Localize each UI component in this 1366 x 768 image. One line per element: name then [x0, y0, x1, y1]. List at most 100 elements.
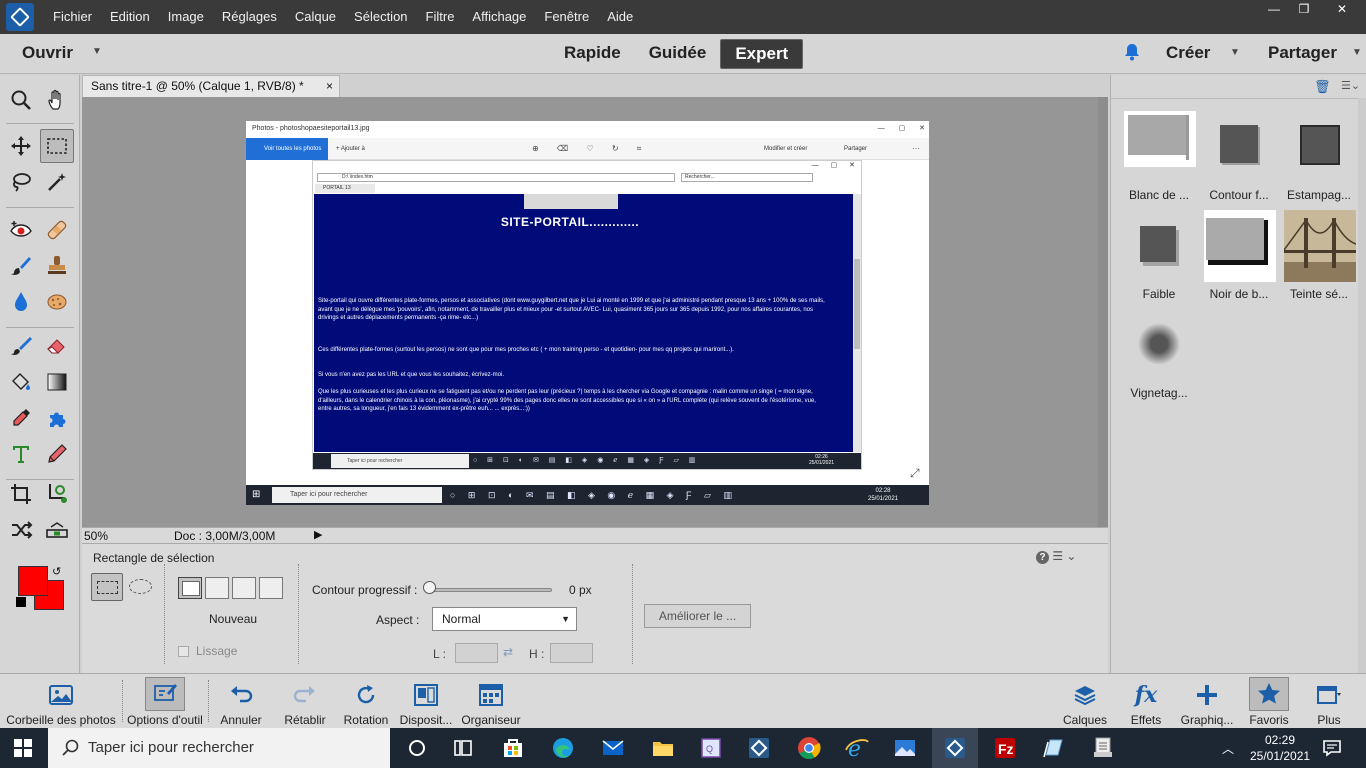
create-dropdown-icon[interactable]: ▼ — [1230, 47, 1240, 58]
foreground-color-swatch[interactable] — [18, 566, 48, 596]
document-image[interactable]: Photos - photoshopaesiteportail13.jpg — … — [246, 121, 929, 505]
zoom-tool[interactable] — [4, 83, 38, 117]
help-icon[interactable]: ? ☰ ⌄ — [1036, 549, 1076, 564]
menu-filtre[interactable]: Filtre — [417, 0, 464, 34]
paint-bucket-tool[interactable] — [4, 365, 38, 399]
intersect-selection-button[interactable] — [259, 577, 283, 599]
rotate-button[interactable]: Rotation — [338, 674, 394, 729]
photos-app-button[interactable] — [882, 728, 928, 768]
width-input[interactable] — [455, 643, 498, 663]
panel-menu-icon[interactable]: ☰⌄ — [1341, 79, 1360, 92]
graphics-button[interactable]: Graphiq... — [1176, 674, 1238, 729]
timeline-button[interactable] — [440, 728, 486, 768]
sponge-tool[interactable] — [40, 285, 74, 319]
menu-reglages[interactable]: Réglages — [213, 0, 286, 34]
refine-edge-button[interactable]: Améliorer le ... — [644, 604, 751, 628]
type-tool[interactable] — [4, 437, 38, 471]
pencil-tool[interactable] — [40, 437, 74, 471]
taskbar-clock[interactable]: 02:29 25/01/2021 — [1250, 732, 1310, 764]
photo-bin-button[interactable]: Corbeille des photos — [2, 674, 120, 729]
menu-calque[interactable]: Calque — [286, 0, 345, 34]
straighten-tool[interactable] — [40, 513, 74, 547]
task-view-button[interactable] — [394, 728, 440, 768]
menu-edition[interactable]: Edition — [101, 0, 159, 34]
subtract-from-selection-button[interactable] — [232, 577, 256, 599]
notification-center-icon[interactable] — [1322, 738, 1342, 758]
tab-expert[interactable]: Expert — [720, 39, 804, 69]
minimize-button[interactable]: — — [1260, 0, 1288, 20]
canvas-vertical-scrollbar[interactable] — [1098, 97, 1108, 527]
swap-dimensions-icon[interactable]: ⇄ — [503, 645, 513, 659]
smart-brush-tool[interactable] — [4, 249, 38, 283]
chrome-app-button[interactable] — [786, 728, 832, 768]
new-selection-button[interactable] — [178, 577, 202, 599]
tab-guidee[interactable]: Guidée — [635, 39, 721, 69]
eraser-tool[interactable] — [40, 329, 74, 363]
open-dropdown-icon[interactable]: ▼ — [92, 46, 102, 57]
layers-button[interactable]: Calques — [1056, 674, 1114, 729]
notes-app-button[interactable] — [1030, 728, 1076, 768]
filezilla-app-button[interactable]: Fz — [982, 728, 1028, 768]
effect-item[interactable]: Contour f... — [1199, 111, 1279, 211]
redo-button[interactable]: Rétablir — [276, 674, 334, 729]
brush-tool[interactable] — [4, 329, 38, 363]
tab-rapide[interactable]: Rapide — [550, 39, 635, 69]
effect-item[interactable]: Blanc de ... — [1119, 111, 1199, 211]
custom-shape-tool[interactable] — [40, 401, 74, 435]
lasso-tool[interactable] — [4, 165, 38, 199]
ie-app-button[interactable]: e — [834, 728, 880, 768]
healing-brush-tool[interactable] — [40, 213, 74, 247]
anti-alias-checkbox[interactable]: Lissage — [178, 644, 237, 658]
organizer-button[interactable]: Organiseur — [458, 674, 524, 729]
menu-affichage[interactable]: Affichage — [463, 0, 535, 34]
layout-button[interactable]: Disposit... — [396, 674, 456, 729]
gradient-tool[interactable] — [40, 365, 74, 399]
share-button[interactable]: Partager — [1268, 43, 1337, 63]
zoom-level[interactable]: 50% — [84, 529, 108, 543]
recompose-tool[interactable] — [40, 477, 74, 511]
tool-options-button[interactable]: Options d'outil — [124, 674, 206, 729]
crop-tool[interactable] — [4, 477, 38, 511]
edge-app-button[interactable] — [540, 728, 586, 768]
mail-app-button[interactable] — [590, 728, 636, 768]
taskbar-search-box[interactable]: Taper ici pour rechercher — [48, 728, 390, 768]
bell-icon[interactable] — [1122, 42, 1142, 62]
create-button[interactable]: Créer — [1166, 43, 1210, 63]
app-logo-icon[interactable] — [6, 3, 34, 31]
document-app-button[interactable]: Q — [688, 728, 734, 768]
height-input[interactable] — [550, 643, 593, 663]
explorer-app-button[interactable] — [640, 728, 686, 768]
menu-aide[interactable]: Aide — [598, 0, 642, 34]
menu-fichier[interactable]: Fichier — [44, 0, 101, 34]
rectangular-marquee-tool[interactable] — [40, 129, 74, 163]
undo-button[interactable]: Annuler — [212, 674, 270, 729]
close-window-button[interactable]: ✕ — [1320, 0, 1364, 20]
effect-item[interactable]: Vignetag... — [1119, 309, 1199, 409]
eyedropper-tool[interactable] — [4, 401, 38, 435]
printer-app-button[interactable] — [1080, 728, 1126, 768]
effect-item[interactable]: Faible — [1119, 210, 1199, 310]
share-dropdown-icon[interactable]: ▼ — [1352, 47, 1362, 58]
close-document-button[interactable]: × — [326, 76, 333, 96]
photoshop-elements-app-button[interactable] — [932, 728, 978, 768]
aspect-select[interactable]: Normal ▼ — [432, 607, 577, 631]
effect-item[interactable]: Teinte sé... — [1279, 210, 1359, 310]
menu-fenetre[interactable]: Fenêtre — [535, 0, 598, 34]
ellipse-marquee-mode-button[interactable] — [128, 577, 154, 597]
hand-tool[interactable] — [40, 83, 74, 117]
effects-button[interactable]: fx Effets — [1120, 674, 1172, 729]
menu-selection[interactable]: Sélection — [345, 0, 416, 34]
quick-selection-tool[interactable] — [40, 165, 74, 199]
effect-item[interactable]: Noir de b... — [1199, 210, 1279, 310]
effects-panel-scrollbar[interactable] — [1358, 98, 1366, 673]
rectangle-marquee-mode-button[interactable] — [91, 573, 123, 601]
open-button[interactable]: Ouvrir — [22, 43, 73, 63]
document-tab[interactable]: Sans titre-1 @ 50% (Calque 1, RVB/8) * × — [82, 75, 340, 97]
blur-tool[interactable] — [4, 285, 38, 319]
elements-organizer-button[interactable] — [736, 728, 782, 768]
tray-chevron-up-icon[interactable]: ︿ — [1222, 740, 1234, 757]
move-tool[interactable] — [4, 129, 38, 163]
swap-colors-icon[interactable]: ↺ — [52, 565, 61, 578]
store-app-button[interactable] — [490, 728, 536, 768]
effect-item[interactable]: Estampag... — [1279, 111, 1359, 211]
